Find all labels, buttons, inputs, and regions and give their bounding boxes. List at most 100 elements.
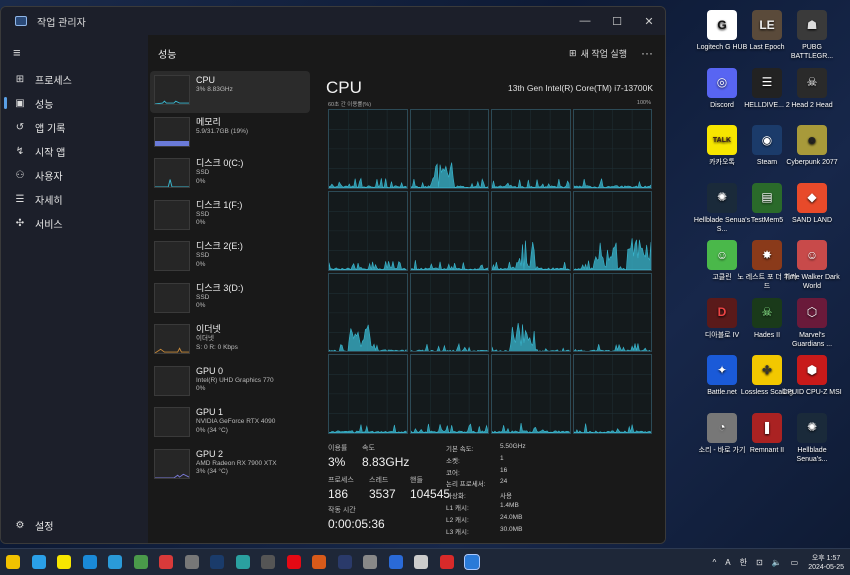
sidebar-item-3[interactable]: ↯ 시작 앱 bbox=[1, 139, 148, 163]
perf-item-5[interactable]: 디스크 3(D:) SSD 0% bbox=[150, 279, 310, 321]
app-icon: ☺ bbox=[707, 240, 737, 270]
core-graph-10 bbox=[491, 272, 571, 353]
sidebar-item-label: 프로세스 bbox=[35, 75, 72, 87]
taskbar-app-icon-13[interactable] bbox=[337, 555, 352, 569]
perf-item-line1: SSD bbox=[196, 169, 210, 176]
sidebar-item-settings[interactable]: ⚙ 설정 bbox=[1, 513, 54, 537]
page-title: 성능 bbox=[158, 49, 177, 61]
perf-item-line1: 5.9/31.7GB (19%) bbox=[196, 127, 249, 135]
perf-item-1[interactable]: 메모리 5.9/31.7GB (19%) bbox=[150, 113, 310, 155]
sidebar-item-2[interactable]: ↺ 앱 기록 bbox=[1, 115, 148, 139]
perf-item-8[interactable]: GPU 1 NVIDIA GeForce RTX 4090 0% (34 °C) bbox=[150, 403, 310, 445]
desktop-icon-2[interactable]: ☗ PUBG BATTLEGR... bbox=[782, 10, 842, 61]
sidebar-item-6[interactable]: ✣ 서비스 bbox=[1, 211, 148, 235]
taskbar-app-icon-11[interactable] bbox=[286, 555, 301, 569]
spec-value: 1.4MB bbox=[500, 502, 519, 509]
perf-item-line1: NVIDIA GeForce RTX 4090 bbox=[196, 418, 276, 425]
desktop-icon-5[interactable]: ☠ Head 2 Head bbox=[782, 67, 842, 110]
network-icon[interactable]: ⊡ bbox=[756, 558, 763, 567]
taskbar-app-icon-16[interactable] bbox=[414, 555, 428, 569]
taskbar-app-icon-7[interactable] bbox=[184, 555, 199, 569]
perf-thumbnail-graph bbox=[154, 241, 190, 271]
perf-item-0[interactable]: CPU 3% 8.83GHz bbox=[150, 71, 310, 113]
volume-icon[interactable]: 🔈 bbox=[772, 558, 782, 567]
taskbar-app-icon-8[interactable] bbox=[210, 555, 224, 569]
sidebar-item-0[interactable]: ⊞ 프로세스 bbox=[1, 67, 148, 91]
perf-item-9[interactable]: GPU 2 AMD Radeon RX 7900 XTX 3% (34 °C) bbox=[150, 445, 310, 487]
perf-item-2[interactable]: 디스크 0(C:) SSD 0% bbox=[150, 154, 310, 196]
desktop-icon-label: PUBG BATTLEGR... bbox=[790, 44, 834, 60]
new-task-button[interactable]: ⊞ 새 작업 실행 bbox=[569, 47, 627, 60]
sidebar-item-label: 시작 앱 bbox=[35, 147, 66, 159]
desktop-icon-14[interactable]: ☺ Time Walker Dark World bbox=[782, 240, 842, 291]
desktop-icon-20[interactable]: ⬢ CPUID CPU-Z MSI bbox=[782, 355, 842, 397]
core-graph-14 bbox=[491, 354, 571, 434]
app-icon: ✺ bbox=[707, 182, 737, 213]
perf-item-info: 디스크 0(C:) SSD 0% bbox=[196, 158, 243, 186]
desktop-icon-17[interactable]: ⬡ Marvel's Guardians ... bbox=[782, 297, 842, 349]
sidebar-item-1[interactable]: ▣ 성능 bbox=[1, 91, 148, 115]
perf-thumbnail-graph bbox=[154, 199, 190, 230]
perf-item-name: 이더넷 bbox=[196, 324, 221, 334]
perf-thumbnail-graph bbox=[154, 116, 190, 147]
app-icon: ⬢ bbox=[797, 355, 827, 385]
core-graph-5 bbox=[409, 190, 489, 271]
battery-icon[interactable]: ▭ bbox=[791, 558, 799, 567]
spec-value: 30.0MB bbox=[500, 525, 523, 533]
utilization-value: 3% bbox=[328, 455, 346, 469]
clock[interactable]: 오후 1:57 2024-05-25 bbox=[808, 554, 844, 572]
perf-item-6[interactable]: 이더넷 이더넷 S: 0 R: 0 Kbps bbox=[150, 320, 310, 362]
taskbar-app-icon-1[interactable] bbox=[31, 555, 46, 569]
taskbar-app-icon-0[interactable] bbox=[6, 555, 20, 569]
perf-item-line1: 이더넷 bbox=[196, 335, 214, 342]
spec-key: 코어: bbox=[446, 469, 460, 477]
maximize-button[interactable]: ☐ bbox=[601, 15, 633, 28]
taskbar-app-icon-6[interactable] bbox=[159, 555, 173, 569]
taskbar-app-icon-9[interactable] bbox=[235, 555, 250, 569]
app-icon: ☠ bbox=[752, 297, 782, 328]
sidebar-icon: ↯ bbox=[15, 145, 25, 157]
menu-icon[interactable]: ≡ bbox=[1, 35, 148, 67]
taskbar-app-icon-4[interactable] bbox=[108, 555, 122, 569]
taskbar-app-icon-15[interactable] bbox=[388, 555, 403, 569]
desktop-icon-label: Cyberpunk 2077 bbox=[786, 159, 838, 166]
perf-item-info: 메모리 5.9/31.7GB (19%) bbox=[196, 117, 248, 137]
core-graph-3 bbox=[572, 109, 652, 189]
ime-mode-icon[interactable]: A bbox=[725, 558, 730, 567]
cpu-model: 13th Gen Intel(R) Core(TM) i7-13700K bbox=[507, 83, 653, 93]
sidebar-item-label: 사용자 bbox=[35, 171, 63, 183]
taskbar-app-icon-14[interactable] bbox=[363, 555, 377, 569]
sidebar-item-4[interactable]: ⚇ 사용자 bbox=[1, 163, 148, 187]
tray-chevron-icon[interactable]: ^ bbox=[712, 558, 716, 567]
app-icon: ✺ bbox=[797, 412, 827, 443]
taskbar-app-icon-18[interactable] bbox=[464, 554, 480, 570]
taskbar-app-icon-10[interactable] bbox=[261, 555, 275, 569]
perf-item-4[interactable]: 디스크 2(E:) SSD 0% bbox=[150, 237, 310, 279]
perf-item-info: GPU 2 AMD Radeon RX 7900 XTX 3% (34 °C) bbox=[196, 449, 277, 477]
close-button[interactable]: ✕ bbox=[633, 15, 665, 28]
minimize-button[interactable]: — bbox=[569, 15, 601, 28]
cpu-detail-panel: CPU 13th Gen Intel(R) Core(TM) i7-13700K… bbox=[316, 71, 665, 543]
app-icon: ⬡ bbox=[797, 297, 827, 328]
ime-hangul-icon[interactable]: 한 bbox=[740, 557, 747, 568]
perf-item-3[interactable]: 디스크 1(F:) SSD 0% bbox=[150, 196, 310, 238]
desktop-icon-8[interactable]: ☻ Cyberpunk 2077 bbox=[782, 125, 842, 167]
app-icon: G bbox=[707, 10, 737, 40]
desktop-icon-11[interactable]: ◆ SAND LAND bbox=[782, 182, 842, 225]
task-manager-icon bbox=[15, 16, 27, 26]
more-options-button[interactable]: ··· bbox=[641, 46, 653, 60]
speed-value: 8.83GHz bbox=[362, 455, 410, 469]
taskbar-app-icon-17[interactable] bbox=[439, 555, 454, 569]
perf-item-7[interactable]: GPU 0 Intel(R) UHD Graphics 770 0% bbox=[150, 362, 310, 404]
sidebar-item-5[interactable]: ☰ 자세히 bbox=[1, 187, 148, 211]
perf-item-name: 메모리 bbox=[196, 116, 221, 127]
app-icon: ☠ bbox=[797, 67, 827, 98]
taskbar-app-icon-12[interactable] bbox=[312, 555, 326, 569]
spec-value: 5.50GHz bbox=[500, 443, 526, 450]
desktop-icon-23[interactable]: ✺ Hellblade Senua's... bbox=[782, 412, 842, 464]
taskbar-app-icon-2[interactable] bbox=[57, 555, 71, 569]
taskbar-app-icon-5[interactable] bbox=[133, 555, 148, 569]
taskbar-app-icon-3[interactable] bbox=[82, 555, 97, 569]
title-bar[interactable]: 작업 관리자 — ☐ ✕ bbox=[1, 7, 665, 35]
spec-key: L2 캐시: bbox=[446, 516, 469, 524]
